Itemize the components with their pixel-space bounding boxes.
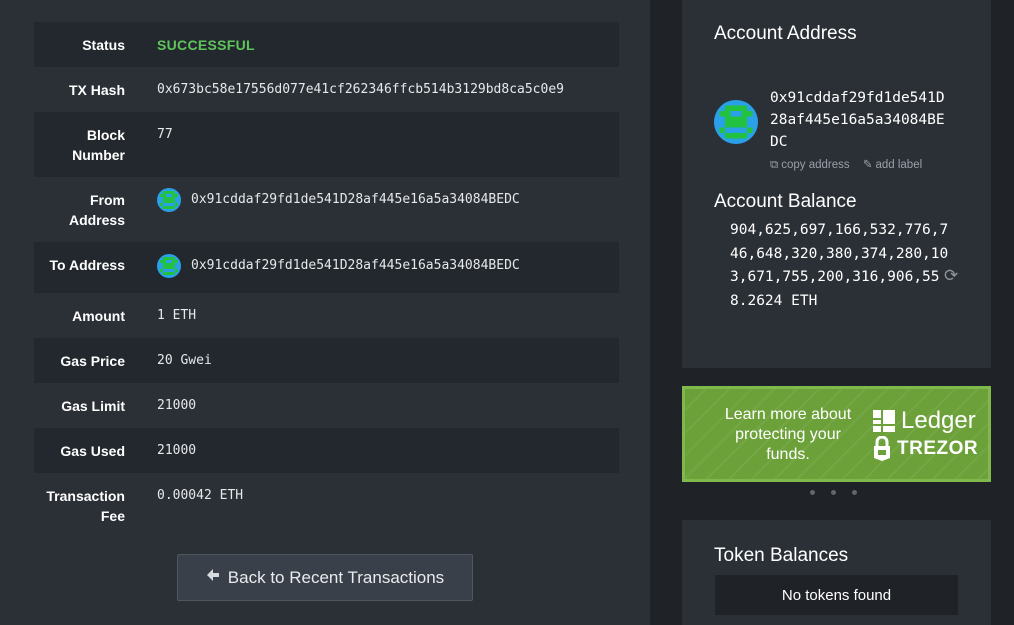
back-button-label: Back to Recent Transactions	[227, 567, 445, 587]
tx-hash-label: TX Hash	[68, 82, 125, 98]
row-from-address: From Address 0x91cddaf29fd1de541D28af445…	[34, 177, 619, 242]
gas-price-label: Gas Price	[60, 353, 125, 369]
gas-limit-label: Gas Limit	[61, 398, 125, 414]
transaction-details-panel: Status SUCCESSFUL TX Hash 0x673bc58e1755…	[0, 0, 650, 625]
ledger-text: Ledger	[901, 407, 976, 434]
row-transaction-fee: Transaction Fee 0.00042 ETH	[34, 473, 619, 538]
gas-limit-value: 21000	[157, 398, 197, 413]
ledger-icon	[873, 410, 895, 432]
to-address-text[interactable]: 0x91cddaf29fd1de541D28af445e16a5a34084BE…	[191, 256, 520, 276]
row-tx-hash: TX Hash 0x673bc58e17556d077e41cf262346ff…	[34, 67, 619, 112]
from-address-value: 0x91cddaf29fd1de541D28af445e16a5a34084BE…	[157, 188, 619, 212]
block-number-value: 77	[157, 127, 173, 142]
status-label: Status	[82, 37, 125, 53]
carousel-dot[interactable]	[852, 490, 857, 495]
promo-text: Learn more about protecting your funds.	[724, 406, 852, 463]
gas-used-label: Gas Used	[60, 443, 125, 459]
tx-hash-value: 0x673bc58e17556d077e41cf262346ffcb514b31…	[157, 82, 564, 97]
transaction-fee-value: 0.00042 ETH	[157, 488, 244, 503]
transaction-fee-label: Transaction Fee	[46, 488, 125, 524]
row-gas-used: Gas Used 21000	[34, 428, 619, 473]
row-gas-limit: Gas Limit 21000	[34, 383, 619, 428]
row-gas-price: Gas Price 20 Gwei	[34, 338, 619, 383]
account-actions: ⧉ copy address ✎ add label	[770, 157, 932, 172]
carousel-dot[interactable]	[831, 490, 836, 495]
carousel-dot[interactable]	[810, 490, 815, 495]
amount-label: Amount	[72, 308, 125, 324]
account-address-value[interactable]: 0x91cddaf29fd1de541D28af445e16a5a34084BE…	[770, 87, 950, 153]
hardware-wallet-promo-banner[interactable]: Learn more about protecting your funds. …	[682, 386, 991, 482]
trezor-lock-icon	[874, 436, 890, 461]
trezor-text: TREZOR	[897, 437, 979, 459]
copy-address-link[interactable]: ⧉ copy address	[770, 159, 850, 171]
trezor-logo: TREZOR	[873, 436, 978, 461]
carousel-dots	[810, 490, 857, 495]
back-to-recent-transactions-button[interactable]: Back to Recent Transactions	[177, 554, 473, 601]
arrow-left-icon	[206, 568, 220, 587]
copy-icon: ⧉	[770, 159, 779, 171]
add-label-text: add label	[875, 159, 923, 171]
from-address-label: From Address	[68, 192, 125, 228]
gas-used-value: 21000	[157, 443, 197, 458]
to-address-value: 0x91cddaf29fd1de541D28af445e16a5a34084BE…	[157, 254, 619, 278]
account-balance-value: 904,625,697,166,532,776,746,648,320,380,…	[730, 222, 949, 309]
token-balances-card: Token Balances No tokens found	[682, 520, 991, 625]
row-amount: Amount 1 ETH	[34, 293, 619, 338]
account-identicon-icon	[714, 100, 758, 144]
from-address-text[interactable]: 0x91cddaf29fd1de541D28af445e16a5a34084BE…	[191, 190, 520, 210]
gas-price-value: 20 Gwei	[157, 353, 212, 368]
block-number-label: Block Number	[72, 127, 125, 163]
row-block-number: Block Number 77	[34, 112, 619, 177]
token-balances-title: Token Balances	[714, 545, 849, 566]
identicon-icon	[157, 188, 181, 212]
copy-address-label: copy address	[781, 159, 850, 171]
no-tokens-message: No tokens found	[715, 575, 958, 615]
refresh-icon[interactable]: ⟳	[944, 266, 958, 286]
amount-value: 1 ETH	[157, 308, 197, 323]
identicon-icon	[157, 254, 181, 278]
to-address-label: To Address	[49, 257, 125, 273]
row-status: Status SUCCESSFUL	[34, 22, 619, 67]
status-value: SUCCESSFUL	[157, 37, 255, 53]
add-label-link[interactable]: ✎ add label	[863, 159, 922, 171]
pencil-icon: ✎	[862, 159, 873, 171]
account-balance-title: Account Balance	[714, 191, 857, 212]
ledger-logo: Ledger	[873, 407, 976, 435]
row-to-address: To Address 0x91cddaf29fd1de541D28af445e1…	[34, 242, 619, 293]
account-address-title: Account Address	[714, 23, 857, 44]
account-card: Account Address 0x91cddaf29fd1de541D28af…	[682, 0, 991, 368]
